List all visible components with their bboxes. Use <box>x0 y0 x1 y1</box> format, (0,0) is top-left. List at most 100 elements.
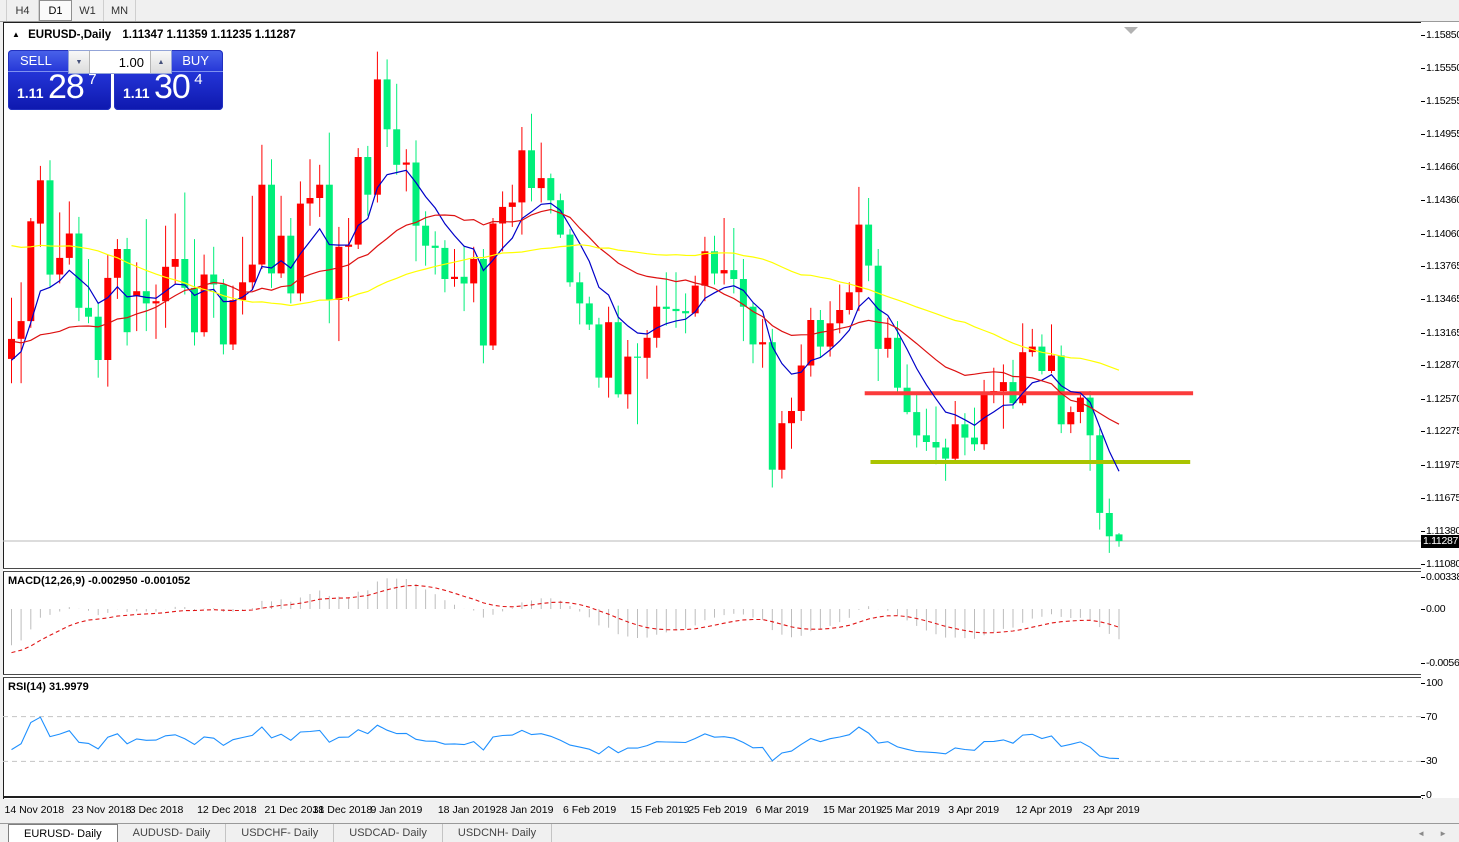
axis-label: 0.003383 <box>1426 571 1459 583</box>
price-axis-tick <box>1421 234 1425 235</box>
timeframe-tab-d1[interactable]: D1 <box>39 0 72 21</box>
symbol-tab-eurusd[interactable]: EURUSD- Daily <box>8 824 118 842</box>
price-axis-tick <box>1421 431 1425 432</box>
price-axis-tick <box>1421 717 1425 718</box>
axis-label: 1.13165 <box>1426 327 1459 339</box>
price-axis-tick <box>1421 683 1425 684</box>
date-axis-label: 25 Feb 2019 <box>688 804 747 816</box>
macd-indicator-label: MACD(12,26,9) -0.002950 -0.001052 <box>8 575 190 587</box>
date-axis-label: 23 Apr 2019 <box>1083 804 1140 816</box>
timeframe-toolbar: H4 D1 W1 MN <box>0 0 1459 22</box>
price-axis-tick <box>1421 134 1425 135</box>
axis-label: 1.12570 <box>1426 393 1459 405</box>
date-axis-label: 9 Jan 2019 <box>370 804 422 816</box>
axis-label: 1.14955 <box>1426 128 1459 140</box>
date-axis-label: 6 Mar 2019 <box>756 804 809 816</box>
price-axis-tick <box>1421 101 1425 102</box>
date-axis-label: 14 Nov 2018 <box>5 804 65 816</box>
axis-label: 1.15255 <box>1426 95 1459 107</box>
price-axis-tick <box>1421 531 1425 532</box>
timeframe-tab-h4[interactable]: H4 <box>6 0 39 21</box>
price-axis-tick <box>1421 266 1425 267</box>
volume-decrease-button[interactable]: ▼ <box>69 51 90 73</box>
axis-label: 1.13765 <box>1426 260 1459 272</box>
one-click-trading-panel: SELL 1.11 28 7 BUY 1.11 30 4 ▼ ▲ <box>8 50 223 110</box>
date-axis-label: 3 Dec 2018 <box>130 804 184 816</box>
price-axis-tick <box>1421 498 1425 499</box>
sell-button[interactable]: SELL <box>20 53 52 68</box>
price-axis-tick <box>1421 465 1425 466</box>
axis-label: 0.00 <box>1426 603 1445 615</box>
macd-panel-canvas[interactable] <box>3 572 1421 674</box>
symbol-tab-audusd[interactable]: AUDUSD- Daily <box>118 824 227 842</box>
price-axis-tick <box>1421 200 1425 201</box>
buy-button[interactable]: BUY <box>182 53 209 68</box>
price-axis-tick <box>1421 68 1425 69</box>
time-axis[interactable]: 14 Nov 2018 23 Nov 20183 Dec 2018 12 Dec 2… <box>3 800 1421 822</box>
axis-label: 1.15550 <box>1426 62 1459 74</box>
buy-price-small: 1.11 <box>123 85 149 101</box>
axis-label: 0 <box>1426 789 1432 801</box>
date-axis-label: 12 Apr 2019 <box>1016 804 1073 816</box>
date-axis-label: 15 Mar 2019 <box>823 804 882 816</box>
axis-label: 1.14660 <box>1426 161 1459 173</box>
symbol-tab-usdcad[interactable]: USDCAD- Daily <box>334 824 443 842</box>
chart-bottom-border <box>3 796 1423 798</box>
price-axis-tick <box>1421 167 1425 168</box>
collapse-panel-icon[interactable]: ▲ <box>12 30 20 39</box>
symbol-tab-usdchf[interactable]: USDCHF- Daily <box>226 824 334 842</box>
price-axis-tick <box>1421 365 1425 366</box>
sell-price-small: 1.11 <box>17 85 43 101</box>
date-axis-label: 6 Feb 2019 <box>563 804 616 816</box>
axis-label: 1.15850 <box>1426 29 1459 41</box>
price-axis[interactable]: 1.15850 1.15550 1.15255 1.14955 1.14660 1.143… <box>1421 22 1459 798</box>
chart-title: EURUSD-,Daily <box>28 29 111 41</box>
price-axis-tick <box>1421 795 1425 796</box>
buy-price-sup: 4 <box>194 71 202 88</box>
price-axis-tick <box>1421 577 1425 578</box>
date-axis-label: 15 Feb 2019 <box>630 804 689 816</box>
price-axis-tick <box>1421 399 1425 400</box>
tabs-scroll-left-icon[interactable]: ◄ <box>1417 829 1425 838</box>
chart-tabs-bar: EURUSD- DailyAUDUSD- DailyUSDCHF- DailyU… <box>0 823 1459 842</box>
axis-label: 1.14060 <box>1426 228 1459 240</box>
axis-label: 1.12275 <box>1426 425 1459 437</box>
timeframe-tab-mn[interactable]: MN <box>104 0 136 21</box>
chart-header: ▲ EURUSD-,Daily 1.11347 1.11359 1.11235 … <box>12 29 296 41</box>
chart-shift-marker-icon[interactable] <box>1124 27 1138 34</box>
timeframe-tab-w1[interactable]: W1 <box>72 0 104 21</box>
axis-label: 30 <box>1426 755 1437 767</box>
price-axis-tick <box>1421 564 1425 565</box>
axis-label: 1.13465 <box>1426 293 1459 305</box>
price-axis-tick <box>1421 299 1425 300</box>
axis-label: 1.11080 <box>1426 558 1459 570</box>
axis-label: 1.11675 <box>1426 492 1459 504</box>
symbol-tab-usdcnh[interactable]: USDCNH- Daily <box>443 824 552 842</box>
chart-ohlc-readout: 1.11347 1.11359 1.11235 1.11287 <box>122 29 295 41</box>
price-axis-tick <box>1421 609 1425 610</box>
volume-increase-button[interactable]: ▲ <box>150 51 171 73</box>
price-axis-tick <box>1421 333 1425 334</box>
date-axis-label: 12 Dec 2018 <box>197 804 257 816</box>
price-axis-tick <box>1421 35 1425 36</box>
date-axis-label: 31 Dec 2018 <box>313 804 373 816</box>
volume-input[interactable] <box>90 51 150 73</box>
rsi-indicator-label: RSI(14) 31.9979 <box>8 681 89 693</box>
mt4-window: H4 D1 W1 MN ▲ EURUSD-,Daily 1.11347 1.11… <box>0 0 1459 842</box>
axis-label: 1.11975 <box>1426 459 1459 471</box>
price-axis-tick <box>1421 761 1425 762</box>
date-axis-label: 23 Nov 2018 <box>72 804 132 816</box>
axis-label: 100 <box>1426 677 1443 689</box>
current-price-tag: 1.11287 <box>1421 535 1459 548</box>
tabs-scroll-right-icon[interactable]: ► <box>1439 829 1447 838</box>
date-axis-label: 25 Mar 2019 <box>881 804 940 816</box>
axis-label: -0.005663 <box>1426 657 1459 669</box>
axis-label: 1.14360 <box>1426 194 1459 206</box>
volume-control: ▼ ▲ <box>68 50 172 74</box>
date-axis-label: 28 Jan 2019 <box>496 804 554 816</box>
date-axis-label: 3 Apr 2019 <box>948 804 999 816</box>
axis-label: 1.12870 <box>1426 359 1459 371</box>
price-axis-tick <box>1421 663 1425 664</box>
rsi-panel-canvas[interactable] <box>3 678 1421 796</box>
axis-label: 70 <box>1426 711 1437 723</box>
